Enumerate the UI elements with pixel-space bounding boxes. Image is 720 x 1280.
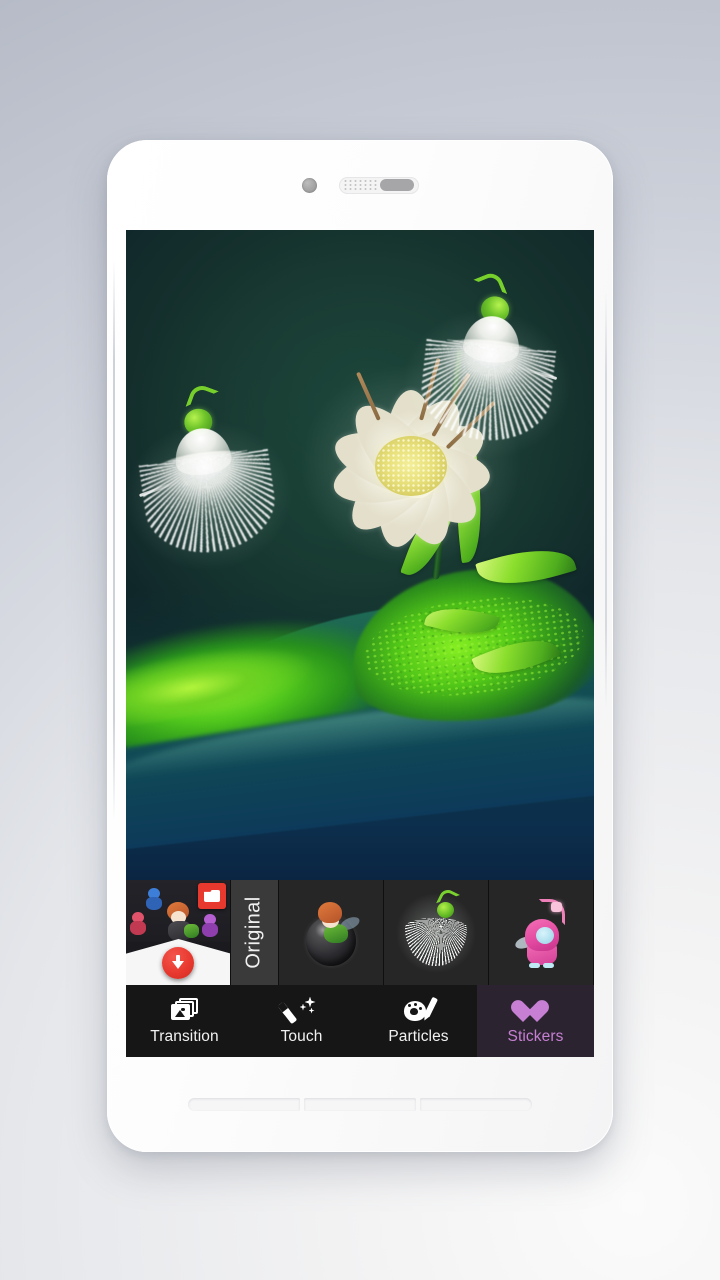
download-arrow-icon[interactable] — [162, 947, 194, 979]
phone-top-bezel — [107, 140, 613, 230]
white-feather-fairy-sticker-icon — [393, 886, 479, 976]
sticker-picker-strip[interactable]: Original — [126, 880, 594, 985]
sticker-original-label: Original — [243, 896, 265, 969]
palette-brush-icon — [403, 996, 438, 1023]
bubble-fairy-sticker-icon — [300, 900, 362, 966]
pink-fairy-sticker-icon — [513, 897, 569, 969]
photo-canvas[interactable] — [126, 230, 594, 880]
phone-left-edge — [113, 260, 115, 820]
nav-hint-recent[interactable] — [420, 1098, 532, 1111]
tab-touch[interactable]: Touch — [243, 985, 360, 1057]
tab-particles[interactable]: Particles — [360, 985, 477, 1057]
bottom-tab-bar[interactable]: Transition Touch Particles Stickers — [126, 985, 594, 1057]
speaker-grille-dots — [342, 179, 379, 191]
tab-touch-label: Touch — [280, 1027, 323, 1045]
speaker-slot — [379, 179, 414, 191]
tab-particles-label: Particles — [388, 1027, 449, 1045]
phone-bottom-bezel — [107, 1057, 613, 1152]
phone-right-edge — [605, 290, 607, 710]
sticker-original-tile[interactable]: Original — [231, 880, 279, 985]
phone-mockup: Original Transition Touch Particles Stic… — [107, 140, 613, 1152]
sticker-store-tile[interactable] — [126, 880, 231, 985]
tab-transition-label: Transition — [150, 1027, 219, 1045]
front-camera-icon — [301, 177, 317, 193]
photos-stack-icon — [170, 997, 200, 1023]
phone-screen: Original Transition Touch Particles Stic… — [126, 230, 594, 1057]
sticker-tile-white-fairy[interactable] — [384, 880, 489, 985]
applied-sticker-fairy[interactable] — [389, 269, 586, 483]
sticker-tile-pink-fairy[interactable] — [489, 880, 594, 985]
sticker-tile-bubble-fairy[interactable] — [279, 880, 384, 985]
tab-stickers-label: Stickers — [507, 1027, 564, 1045]
nav-hint-back[interactable] — [188, 1098, 300, 1111]
heart-icon — [521, 997, 551, 1023]
folder-icon[interactable] — [198, 883, 226, 909]
tab-stickers[interactable]: Stickers — [477, 985, 594, 1057]
nav-hint-home[interactable] — [304, 1098, 416, 1111]
magic-wand-icon — [277, 996, 317, 1024]
earpiece-speaker — [338, 176, 419, 194]
applied-sticker-fairy[interactable] — [126, 382, 309, 596]
tab-transition[interactable]: Transition — [126, 985, 243, 1057]
